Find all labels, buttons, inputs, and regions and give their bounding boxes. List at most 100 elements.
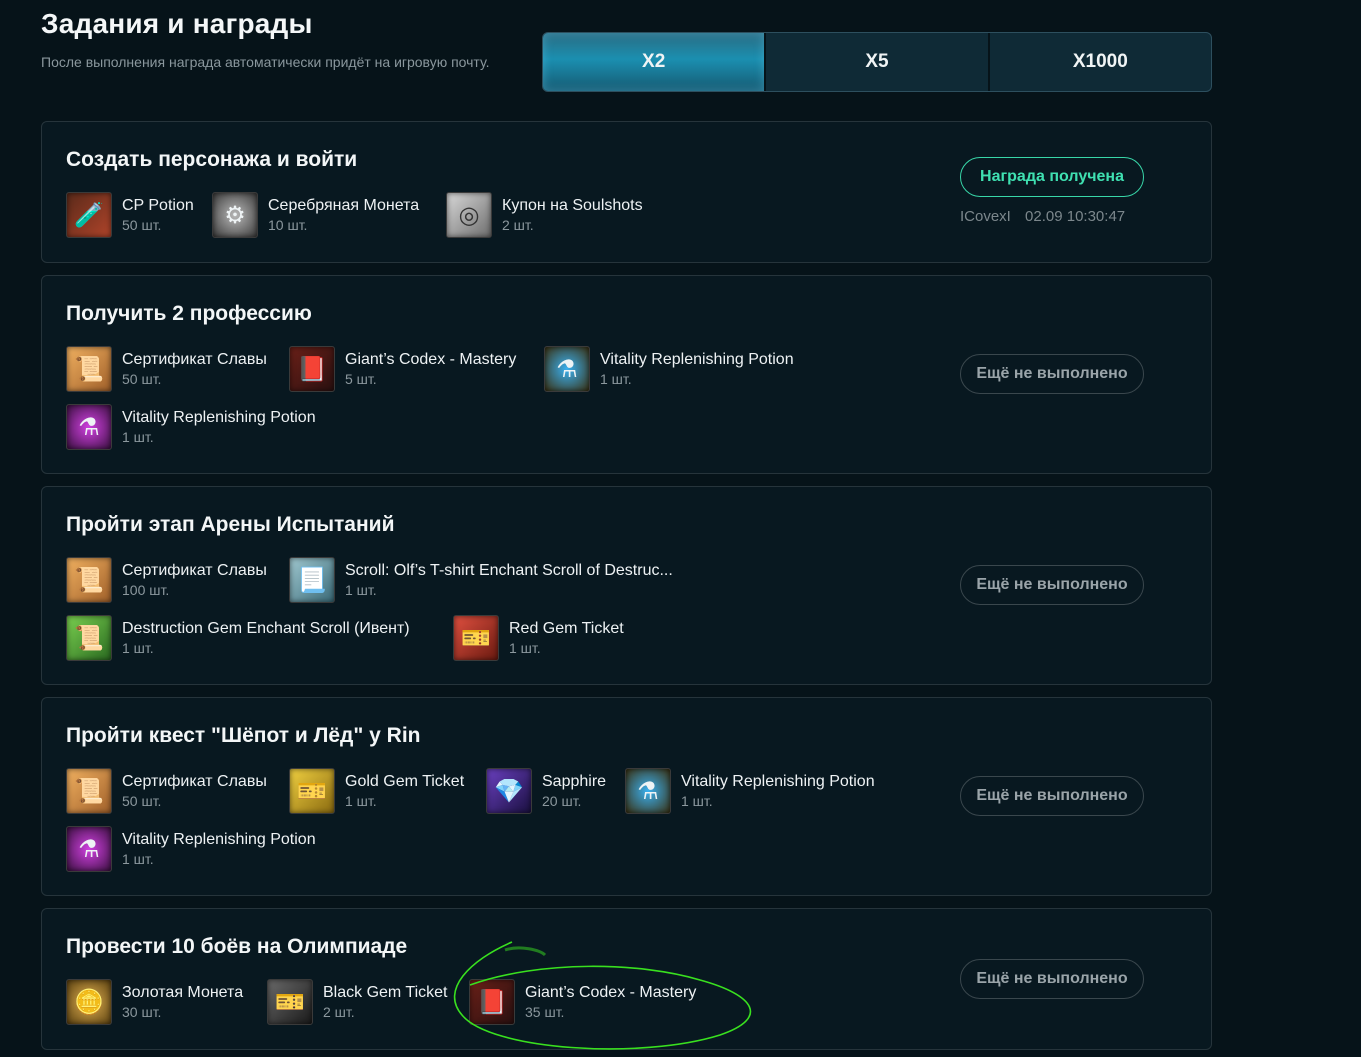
claim-meta: ICovexI 02.09 10:30:47: [960, 208, 1125, 225]
reward-item: 📕 Giant’s Codex - Mastery 35 шт.: [469, 979, 696, 1025]
reward-name: Scroll: Olf’s T-shirt Enchant Scroll of …: [345, 562, 673, 579]
reward-qty: 1 шт.: [122, 429, 154, 445]
reward-name: Серебряная Монета: [268, 197, 420, 214]
quest-card: Создать персонажа и войти 🧪 CP Potion 50 …: [41, 121, 1212, 263]
cp-potion-icon: 🧪: [66, 192, 112, 238]
page-title: Задания и награды: [41, 8, 313, 39]
quest-card: Провести 10 боёв на Олимпиаде 🪙 Золотая …: [41, 908, 1212, 1050]
vitality-potion-purple-icon: ⚗: [66, 404, 112, 450]
reward-qty: 1 шт.: [509, 640, 541, 656]
tab-x2[interactable]: X2: [543, 33, 767, 91]
reward-qty: 50 шт.: [122, 217, 162, 233]
quest-title: Провести 10 боёв на Олимпиаде: [66, 935, 408, 958]
vitality-potion-blue-icon: ⚗: [544, 346, 590, 392]
glory-certificate-icon: 📜: [66, 768, 112, 814]
tab-x5[interactable]: X5: [766, 33, 990, 91]
reward-name: Gold Gem Ticket: [345, 773, 465, 790]
reward-item: ⚗ Vitality Replenishing Potion 1 шт.: [66, 826, 316, 872]
enchant-scroll-icon: 📃: [289, 557, 335, 603]
gem-enchant-scroll-icon: 📜: [66, 615, 112, 661]
tab-x1000[interactable]: X1000: [990, 33, 1211, 91]
reward-qty: 2 шт.: [323, 1004, 355, 1020]
reward-qty: 1 шт.: [122, 851, 154, 867]
quest-card: Пройти квест "Шёпот и Лёд" у Rin 📜 Серти…: [41, 697, 1212, 896]
silver-coin-icon: ⚙: [212, 192, 258, 238]
reward-name: Red Gem Ticket: [509, 620, 624, 637]
server-tabs: X2 X5 X1000: [542, 32, 1212, 92]
reward-qty: 20 шт.: [542, 793, 582, 809]
reward-item: ◎ Купон на Soulshots 2 шт.: [446, 192, 643, 238]
soulshot-coupon-icon: ◎: [446, 192, 492, 238]
reward-name: Купон на Soulshots: [502, 197, 643, 214]
glory-certificate-icon: 📜: [66, 557, 112, 603]
reward-qty: 2 шт.: [502, 217, 534, 233]
reward-name: Золотая Монета: [122, 984, 244, 1001]
reward-qty: 1 шт.: [600, 371, 632, 387]
reward-item: 📕 Giant’s Codex - Mastery 5 шт.: [289, 346, 516, 392]
quest-title: Получить 2 профессию: [66, 302, 312, 325]
reward-name: Vitality Replenishing Potion: [122, 831, 316, 848]
reward-name: Vitality Replenishing Potion: [600, 351, 794, 368]
reward-name: Сертификат Славы: [122, 351, 267, 368]
reward-qty: 35 шт.: [525, 1004, 565, 1020]
reward-item: ⚗ Vitality Replenishing Potion 1 шт.: [66, 404, 316, 450]
quest-card: Пройти этап Арены Испытаний 📜 Сертификат…: [41, 486, 1212, 685]
reward-qty: 1 шт.: [345, 793, 377, 809]
reward-name: Sapphire: [542, 773, 607, 790]
reward-item: 📜 Сертификат Славы 100 шт.: [66, 557, 267, 603]
reward-item: 🧪 CP Potion 50 шт.: [66, 192, 194, 238]
quest-title: Создать персонажа и войти: [66, 148, 358, 171]
reward-name: Giant’s Codex - Mastery: [525, 984, 697, 1001]
reward-qty: 30 шт.: [122, 1004, 162, 1020]
reward-name: Black Gem Ticket: [323, 984, 448, 1001]
glory-certificate-icon: 📜: [66, 346, 112, 392]
reward-name: Vitality Replenishing Potion: [681, 773, 875, 790]
not-completed-button[interactable]: Ещё не выполнено: [960, 565, 1144, 605]
gold-coin-icon: 🪙: [66, 979, 112, 1025]
quest-card: Получить 2 профессию 📜 Сертификат Славы 5…: [41, 275, 1212, 474]
reward-item: 🎫 Red Gem Ticket 1 шт.: [453, 615, 624, 661]
reward-item: 🎫 Black Gem Ticket 2 шт.: [267, 979, 447, 1025]
reward-item: 📃 Scroll: Olf’s T-shirt Enchant Scroll o…: [289, 557, 673, 603]
reward-qty: 50 шт.: [122, 371, 162, 387]
reward-item: 🎫 Gold Gem Ticket 1 шт.: [289, 768, 464, 814]
gold-ticket-icon: 🎫: [289, 768, 335, 814]
vitality-potion-blue-icon: ⚗: [625, 768, 671, 814]
reward-qty: 1 шт.: [122, 640, 154, 656]
reward-item: 💎 Sapphire 20 шт.: [486, 768, 606, 814]
giants-codex-icon: 📕: [469, 979, 515, 1025]
reward-name: Destruction Gem Enchant Scroll (Ивент): [122, 620, 410, 637]
reward-item: ⚗ Vitality Replenishing Potion 1 шт.: [625, 768, 875, 814]
not-completed-button[interactable]: Ещё не выполнено: [960, 959, 1144, 999]
not-completed-button[interactable]: Ещё не выполнено: [960, 776, 1144, 816]
reward-qty: 50 шт.: [122, 793, 162, 809]
reward-item: ⚙ Серебряная Монета 10 шт.: [212, 192, 419, 238]
reward-qty: 1 шт.: [345, 582, 377, 598]
reward-received-badge: Награда получена: [960, 157, 1144, 197]
reward-name: Сертификат Славы: [122, 773, 267, 790]
reward-item: 📜 Сертификат Славы 50 шт.: [66, 346, 267, 392]
reward-qty: 100 шт.: [122, 582, 170, 598]
red-ticket-icon: 🎫: [453, 615, 499, 661]
reward-qty: 10 шт.: [268, 217, 308, 233]
reward-name: CP Potion: [122, 197, 194, 214]
not-completed-button[interactable]: Ещё не выполнено: [960, 354, 1144, 394]
sapphire-icon: 💎: [486, 768, 532, 814]
quest-title: Пройти квест "Шёпот и Лёд" у Rin: [66, 724, 421, 747]
claimed-by: ICovexI: [960, 208, 1011, 225]
page-subtitle: После выполнения награда автоматически п…: [41, 54, 490, 70]
reward-name: Сертификат Славы: [122, 562, 267, 579]
claimed-at: 02.09 10:30:47: [1025, 208, 1126, 225]
giants-codex-icon: 📕: [289, 346, 335, 392]
reward-name: Giant’s Codex - Mastery: [345, 351, 517, 368]
reward-item: 📜 Сертификат Славы 50 шт.: [66, 768, 267, 814]
reward-name: Vitality Replenishing Potion: [122, 409, 316, 426]
vitality-potion-purple-icon: ⚗: [66, 826, 112, 872]
black-ticket-icon: 🎫: [267, 979, 313, 1025]
reward-qty: 5 шт.: [345, 371, 377, 387]
reward-item: 📜 Destruction Gem Enchant Scroll (Ивент)…: [66, 615, 410, 661]
reward-item: ⚗ Vitality Replenishing Potion 1 шт.: [544, 346, 794, 392]
reward-item: 🪙 Золотая Монета 30 шт.: [66, 979, 243, 1025]
reward-qty: 1 шт.: [681, 793, 713, 809]
quest-title: Пройти этап Арены Испытаний: [66, 513, 395, 536]
